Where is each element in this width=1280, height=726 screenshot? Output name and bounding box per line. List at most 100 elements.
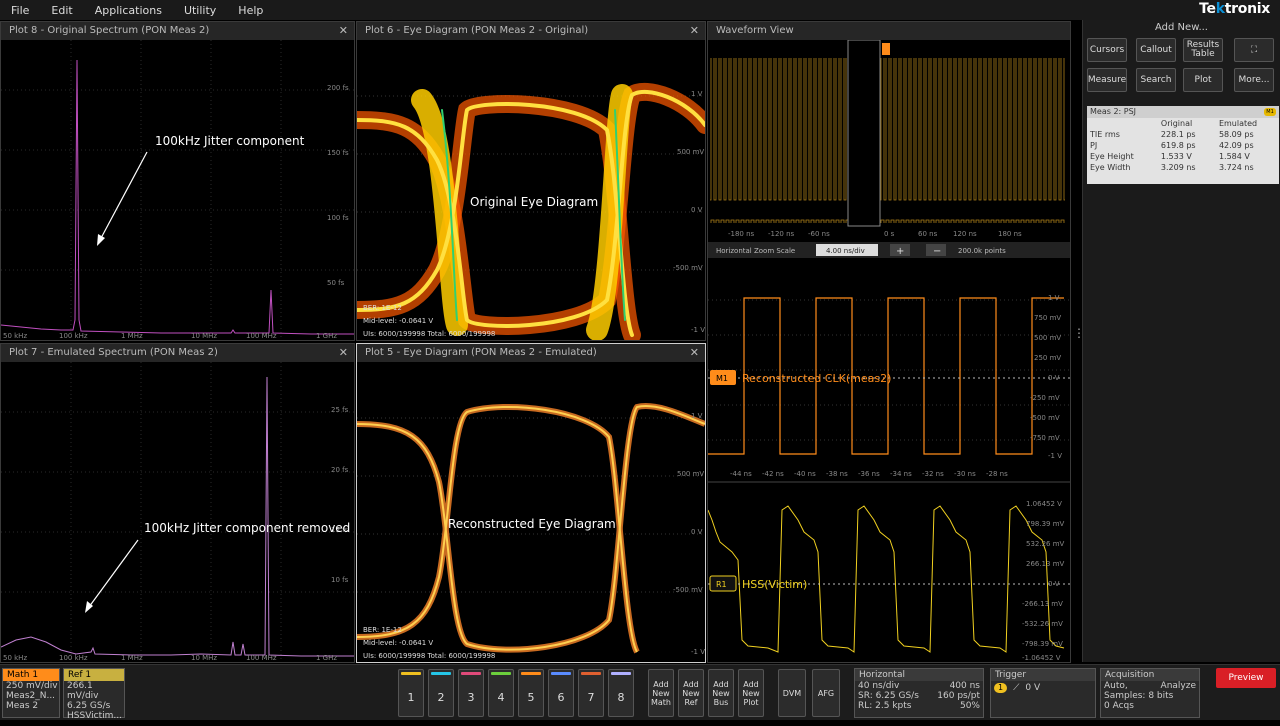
svg-text:+: + [896,246,904,257]
meas-badge-icon: M1 [1264,108,1276,116]
math1-badge[interactable]: Math 1 250 mV/div Meas2_N... Meas 2 [2,668,60,718]
trigger-slope-icon: ⟋ [1013,683,1020,693]
hss-ytick: -532.26 mV [1022,620,1063,628]
trigger-channel: 1 [994,683,1008,693]
meas-cell: Eye Height [1090,152,1134,161]
plot5-ytick: -500 mV [673,586,703,594]
zoom-icon-button[interactable]: ⛶ [1234,38,1274,62]
plot7-ytick: 25 fs [331,406,349,414]
plot5-panel[interactable]: Plot 5 - Eye Diagram (PON Meas 2 - Emula… [356,343,706,663]
channel-5-button[interactable]: 5 [518,669,544,717]
clk-label: Reconstructed CLK(meas2) [742,372,891,385]
meas-cell: Eye Width [1090,163,1131,172]
menu-help[interactable]: Help [227,4,274,17]
add-new-math-button[interactable]: Add New Math [648,669,674,717]
hss-ytick: 798.39 mV [1026,520,1065,528]
channel-4-button[interactable]: 4 [488,669,514,717]
plot6-ytick: 500 mV [677,148,704,156]
close-icon[interactable]: ✕ [690,22,699,40]
meas-cell: TIE rms [1090,130,1120,139]
menu-bar: File Edit Applications Utility Help Tekt… [0,0,1280,20]
horizontal-badge[interactable]: Horizontal 40 ns/div 400 ns SR: 6.25 GS/s… [854,668,984,718]
cursors-button[interactable]: Cursors [1087,38,1127,62]
channel-3-button[interactable]: 3 [458,669,484,717]
ref1-rate: 6.25 GS/s [67,701,111,711]
channel-6-button[interactable]: 6 [548,669,574,717]
close-icon[interactable]: ✕ [690,344,699,362]
hss-label: HSS(Victim) [742,578,807,591]
more-button[interactable]: More... [1234,68,1274,92]
clk-ytick: -1 V [1048,452,1062,460]
plot6-panel[interactable]: Plot 6 - Eye Diagram (PON Meas 2 - Origi… [356,21,706,341]
measure-button[interactable]: Measure [1087,68,1127,92]
menu-edit[interactable]: Edit [40,4,83,17]
hss-ytick: 1.06452 V [1026,500,1062,508]
waveform-xtick: 0 s [884,230,895,238]
hss-ytick: 266.13 mV [1026,560,1065,568]
ref1-badge[interactable]: Ref 1 266.1 mV/div 6.25 GS/s HSSVictim..… [63,668,125,721]
preview-button[interactable]: Preview [1216,668,1276,688]
ref1-scale: 266.1 mV/div [67,681,99,701]
waveform-xtick: 60 ns [918,230,938,238]
waveform-xtick: -180 ns [728,230,755,238]
trigger-badge[interactable]: Trigger 1 ⟋ 0 V [990,668,1096,718]
channel-2-button[interactable]: 2 [428,669,454,717]
plot7-xtick: 10 MHz [191,654,217,662]
waveform-panel[interactable]: Waveform View -180 ns -120 ns -60 ns 0 s… [707,21,1071,663]
close-icon[interactable]: ✕ [339,344,348,362]
results-table-button[interactable]: Results Table [1183,38,1223,62]
plot8-xtick: 100 kHz [59,332,88,340]
search-button[interactable]: Search [1136,68,1176,92]
plot7-xtick: 100 MHz [246,654,277,662]
acquisition-badge[interactable]: Acquisition Auto, Analyze Samples: 8 bits… [1100,668,1200,718]
dvm-button[interactable]: DVM [778,669,806,717]
menu-file[interactable]: File [0,4,40,17]
channel-7-button[interactable]: 7 [578,669,604,717]
zoom-icon: ⛶ [1250,44,1258,55]
callout-button[interactable]: Callout [1136,38,1176,62]
waveform-xtick: 120 ns [953,230,977,238]
add-new-ref-button[interactable]: Add New Ref [678,669,704,717]
plot8-xtick: 100 MHz [246,332,277,340]
add-new-plot-button[interactable]: Add New Plot [738,669,764,717]
acquisition-mode: Auto, [1104,681,1128,691]
plot-button[interactable]: Plot [1183,68,1223,92]
ref1-title: Ref 1 [64,669,124,681]
afg-button[interactable]: AFG [812,669,840,717]
plot8-ytick: 150 fs [327,149,349,157]
clk-xtick: -42 ns [762,470,784,478]
clk-ytick: -500 mV [1030,414,1060,422]
horizontal-position: 50% [959,701,980,711]
plot7-xtick: 100 kHz [59,654,88,662]
plot6-ytick: -500 mV [673,264,703,272]
plot8-panel[interactable]: Plot 8 - Original Spectrum (PON Meas 2) ✕… [0,21,355,341]
menu-applications[interactable]: Applications [84,4,173,17]
close-icon[interactable]: ✕ [339,22,348,40]
zoom-label: Horizontal Zoom Scale [716,247,795,255]
math1-meas: Meas 2 [6,701,39,711]
plot8-chart: 200 fs 150 fs 100 fs 50 fs 50 kHz 100 kH… [1,40,354,340]
plot8-xtick: 1 GHz [316,332,337,340]
channel-1-button[interactable]: 1 [398,669,424,717]
meas-cell: PJ [1090,141,1098,150]
menu-utility[interactable]: Utility [173,4,227,17]
plot7-panel[interactable]: Plot 7 - Emulated Spectrum (PON Meas 2) ✕… [0,343,355,663]
plot7-ytick: 10 fs [331,576,349,584]
channel-8-button[interactable]: 8 [608,669,634,717]
meas-cell: 619.8 ps [1160,141,1196,150]
plot8-ytick: 100 fs [327,214,349,222]
acquisition-samples: Samples: 8 bits [1104,691,1174,701]
waveform-xtick: 180 ns [998,230,1022,238]
clk-ytick: 0 V [1048,374,1060,382]
clk-ytick: 250 mV [1034,354,1061,362]
add-new-title: Add New... [1155,22,1208,33]
measurement-badge[interactable]: Meas 2: PSJ M1 Original Emulated TIE rms 22… [1087,106,1279,184]
meas-col: Emulated [1218,119,1258,128]
plot8-xtick: 1 MHz [121,332,143,340]
horizontal-range: 400 ns [949,681,980,691]
plot7-title: Plot 7 - Emulated Spectrum (PON Meas 2) [9,347,218,358]
panel-resize-handle[interactable]: ⋮ [1073,327,1085,350]
add-new-bus-button[interactable]: Add New Bus [708,669,734,717]
plot7-xtick: 1 MHz [121,654,143,662]
hss-ytick: -798.39 mV [1022,640,1063,648]
